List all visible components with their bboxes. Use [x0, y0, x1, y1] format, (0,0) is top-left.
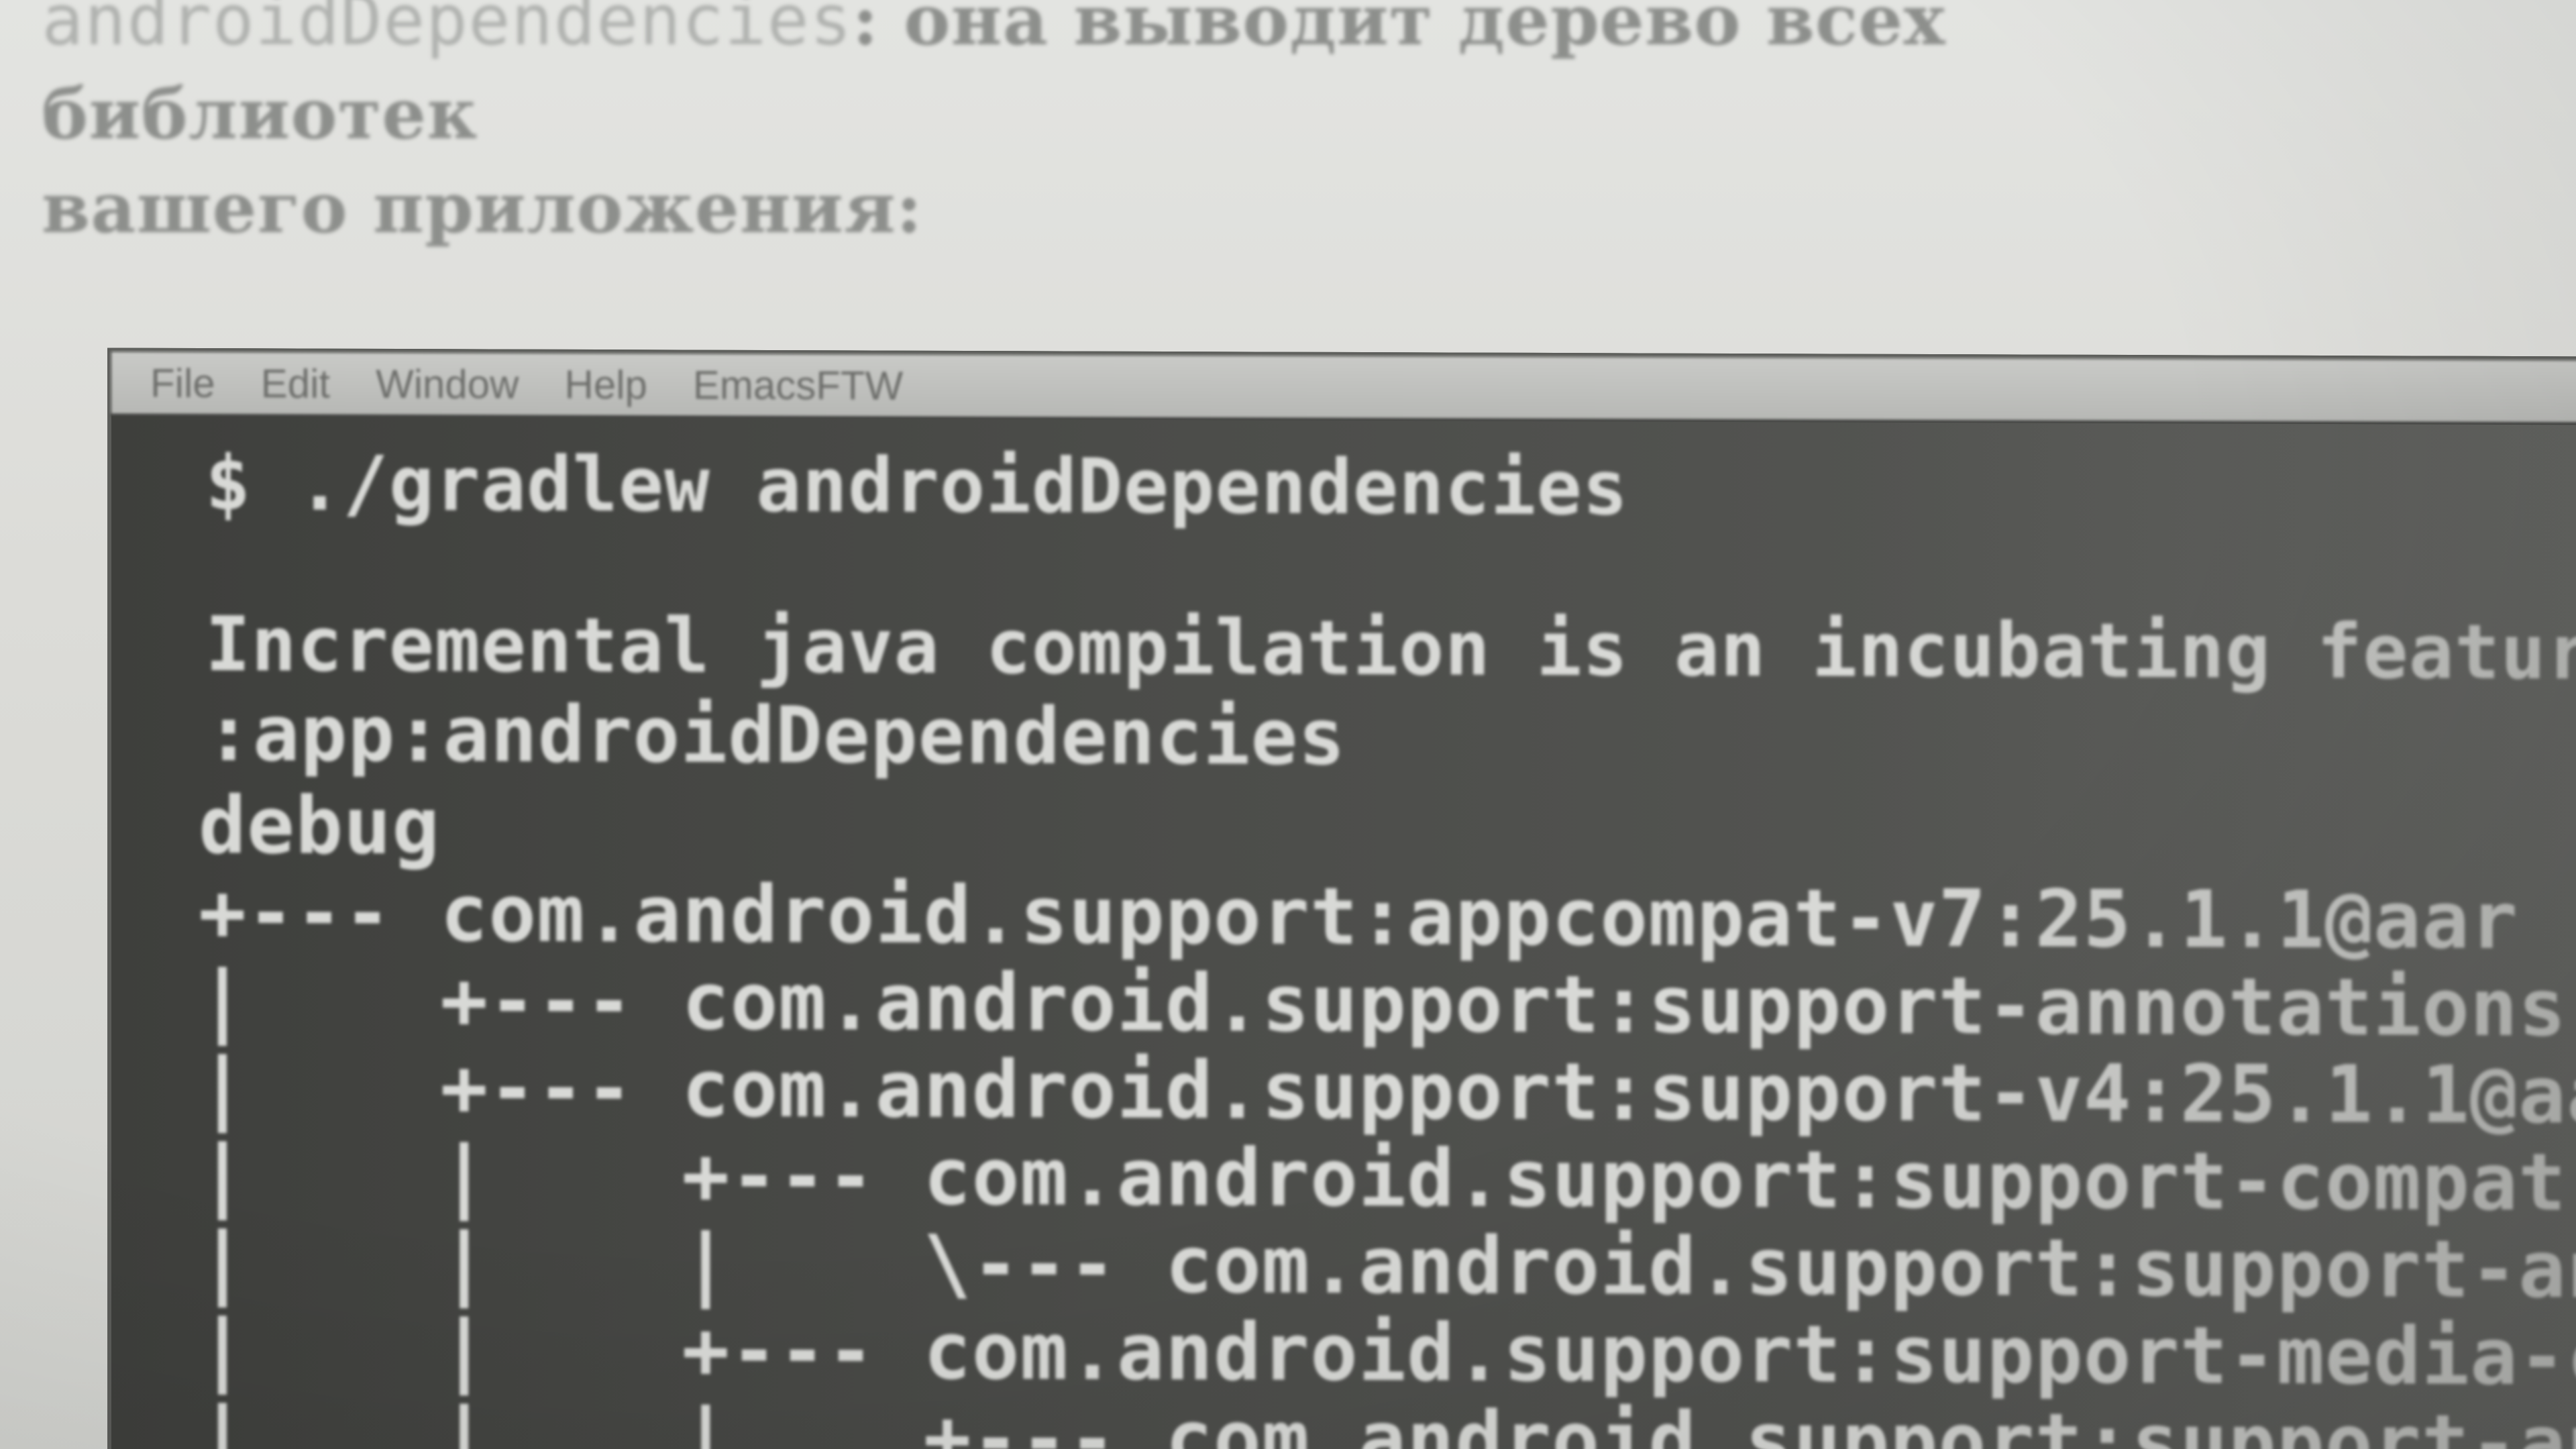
book-paragraph: androidDependencies: она выводит дерево … — [42, 0, 2390, 255]
menu-edit[interactable]: Edit — [261, 360, 330, 407]
terminal-screenshot: File Edit Window Help EmacsFTW $ ./gradl… — [107, 347, 2576, 1449]
inline-code: androidDependencies — [42, 0, 853, 61]
tree-line: | | | \--- com.android.support:support-a… — [199, 1214, 2576, 1318]
menu-help[interactable]: Help — [564, 361, 647, 407]
book-line-2: вашего приложения: — [42, 166, 923, 249]
menu-window[interactable]: Window — [376, 360, 519, 407]
terminal-output: $ ./gradlew androidDependencies Incremen… — [111, 416, 2576, 1449]
tree-line: | | +--- com.android.support:support-com… — [199, 1127, 2576, 1230]
command-line: $ ./gradlew androidDependencies — [205, 440, 1629, 533]
output-line: debug — [199, 778, 441, 873]
output-line: Incremental java compilation is an incub… — [205, 601, 2576, 697]
menu-emacsftw[interactable]: EmacsFTW — [693, 362, 903, 409]
menu-file[interactable]: File — [150, 360, 215, 406]
tree-line: | | | +--- com.android.support:support-a… — [199, 1389, 2576, 1449]
menu-bar: File Edit Window Help EmacsFTW — [111, 352, 2576, 425]
book-page: androidDependencies: она выводит дерево … — [0, 0, 2576, 1449]
tree-line: | +--- com.android.support:support-v4:25… — [199, 1040, 2576, 1142]
book-line-1: androidDependencies: она выводит дерево … — [42, 0, 2390, 161]
tree-line: | | +--- com.android.support:support-med… — [199, 1301, 2576, 1404]
tree-line: +--- com.android.support:appcompat-v7:25… — [199, 865, 2519, 967]
output-line: :app:androidDependencies — [205, 688, 1346, 783]
tree-line: | +--- com.android.support:support-annot… — [199, 953, 2576, 1056]
